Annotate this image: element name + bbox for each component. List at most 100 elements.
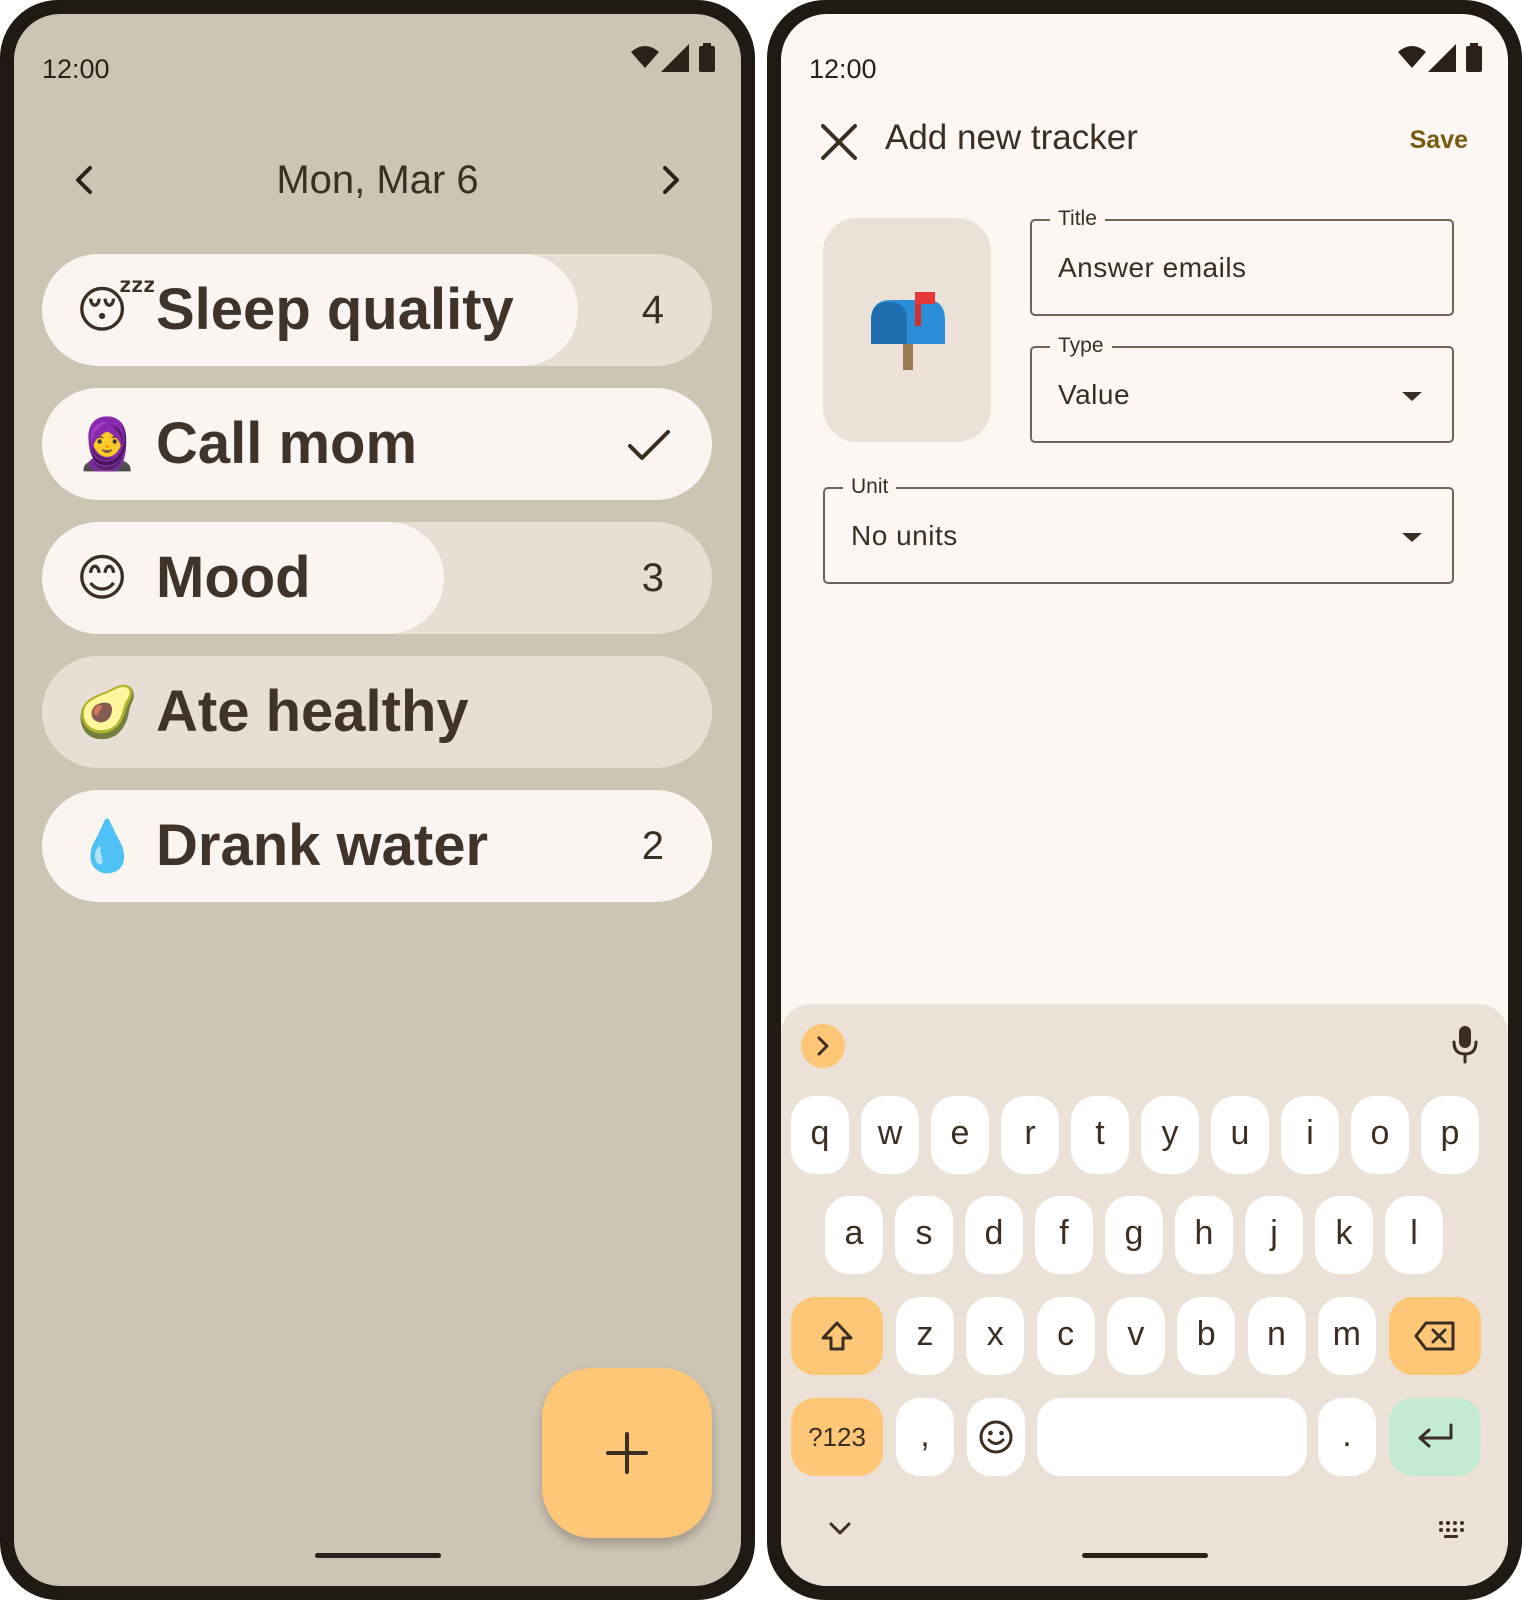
tracker-value: 2 (641, 824, 664, 868)
chevron-right-icon (817, 1036, 829, 1056)
symbols-key[interactable]: ?123 (791, 1398, 883, 1476)
key-e[interactable]: e (931, 1096, 989, 1174)
tracker-list-screen: 12:00 Mon, Mar 6 😴 Sleep quality 4 🧕 Cal… (14, 14, 741, 1586)
key-g[interactable]: g (1105, 1196, 1163, 1274)
tracker-sleep-quality[interactable]: 😴 Sleep quality 4 (42, 254, 712, 366)
key-t[interactable]: t (1071, 1096, 1129, 1174)
space-key[interactable] (1037, 1398, 1307, 1476)
droplet-icon: 💧 (76, 817, 139, 875)
status-time: 12:00 (42, 54, 110, 84)
plus-icon (606, 1432, 648, 1474)
key-w[interactable]: w (861, 1096, 919, 1174)
tracker-icon-picker[interactable] (823, 218, 991, 442)
microphone-icon[interactable] (1450, 1024, 1480, 1064)
unit-dropdown-value: No units (851, 520, 958, 551)
add-tracker-button[interactable] (542, 1368, 712, 1538)
unit-dropdown[interactable]: Unit No units (823, 474, 1454, 584)
checkmark-icon (628, 430, 670, 460)
key-k[interactable]: k (1315, 1196, 1373, 1274)
phone-frame-left: 12:00 Mon, Mar 6 😴 Sleep quality 4 🧕 Cal… (0, 0, 755, 1600)
battery-icon (1466, 46, 1482, 72)
tracker-value: 3 (641, 556, 664, 600)
key-d[interactable]: d (965, 1196, 1023, 1274)
key-x[interactable]: x (966, 1297, 1025, 1375)
period-key[interactable]: . (1318, 1398, 1376, 1476)
phone-frame-right: 12:00 Add new tracker Save Title Answer … (767, 0, 1522, 1600)
key-v[interactable]: v (1106, 1297, 1165, 1375)
comma-key[interactable]: , (896, 1398, 954, 1476)
dropdown-arrow-icon (1402, 392, 1422, 401)
key-r[interactable]: r (1001, 1096, 1059, 1174)
signal-icon (1428, 44, 1456, 72)
close-icon[interactable] (817, 120, 861, 164)
smiling-face-icon: 😊 (76, 549, 129, 607)
status-time: 12:00 (809, 54, 877, 84)
keyboard-expand-button[interactable] (801, 1024, 845, 1068)
save-button[interactable]: Save (1410, 126, 1468, 155)
backspace-icon (1414, 1321, 1455, 1351)
tracker-label: Sleep quality (156, 277, 514, 342)
key-z[interactable]: z (896, 1297, 954, 1375)
status-icons (1398, 43, 1482, 72)
key-h[interactable]: h (1175, 1196, 1233, 1274)
type-dropdown-label: Type (1050, 333, 1112, 359)
add-tracker-screen: 12:00 Add new tracker Save Title Answer … (781, 14, 1508, 1586)
tracker-label: Ate healthy (156, 679, 469, 744)
emoji-key[interactable] (967, 1398, 1025, 1476)
key-b[interactable]: b (1177, 1297, 1236, 1375)
key-o[interactable]: o (1351, 1096, 1409, 1174)
person-headscarf-icon: 🧕 (76, 415, 139, 473)
sleeping-face-icon: 😴 (76, 281, 157, 339)
key-c[interactable]: c (1036, 1297, 1095, 1375)
unit-dropdown-label: Unit (843, 474, 897, 500)
status-icons (631, 43, 715, 72)
dialog-title: Add new tracker (885, 118, 1138, 157)
tracker-call-mom[interactable]: 🧕 Call mom (42, 388, 712, 500)
avocado-icon: 🥑 (76, 683, 139, 741)
backspace-key[interactable] (1389, 1297, 1481, 1375)
keyboard-switch-icon[interactable] (1436, 1518, 1466, 1542)
type-dropdown[interactable]: Type Value (1030, 333, 1454, 443)
key-l[interactable]: l (1385, 1196, 1443, 1274)
chevron-down-icon[interactable] (825, 1518, 855, 1540)
tracker-mood[interactable]: 😊 Mood 3 (42, 522, 712, 634)
key-n[interactable]: n (1247, 1297, 1306, 1375)
on-screen-keyboard: qwertyuiop asdfghjkl zxcvbnm ?123 , . (781, 1004, 1508, 1586)
battery-icon (699, 46, 715, 72)
key-p[interactable]: p (1421, 1096, 1479, 1174)
key-q[interactable]: q (791, 1096, 849, 1174)
type-dropdown-value: Value (1058, 379, 1131, 410)
tracker-drank-water[interactable]: 💧 Drank water 2 (42, 790, 712, 902)
title-field[interactable]: Title Answer emails (1030, 206, 1454, 316)
tracker-label: Drank water (156, 813, 489, 878)
key-i[interactable]: i (1281, 1096, 1339, 1174)
shift-key[interactable] (791, 1297, 883, 1375)
tracker-label: Call mom (156, 411, 418, 476)
shift-icon (821, 1321, 853, 1351)
date-title: Mon, Mar 6 (276, 158, 479, 202)
wifi-icon (631, 46, 659, 68)
key-a[interactable]: a (825, 1196, 883, 1274)
key-f[interactable]: f (1035, 1196, 1093, 1274)
mailbox-icon (871, 292, 945, 370)
title-field-value: Answer emails (1058, 252, 1247, 283)
home-indicator (314, 1553, 441, 1558)
key-y[interactable]: y (1141, 1096, 1199, 1174)
enter-key[interactable] (1389, 1398, 1481, 1476)
tracker-label: Mood (156, 545, 311, 610)
key-m[interactable]: m (1317, 1297, 1376, 1375)
tracker-value: 4 (641, 288, 664, 332)
title-field-label: Title (1050, 206, 1105, 232)
key-j[interactable]: j (1245, 1196, 1303, 1274)
dropdown-arrow-icon (1402, 533, 1422, 542)
emoji-icon (979, 1420, 1013, 1454)
enter-icon (1418, 1423, 1453, 1448)
chevron-right-icon[interactable] (647, 156, 695, 204)
key-u[interactable]: u (1211, 1096, 1269, 1174)
key-s[interactable]: s (895, 1196, 953, 1274)
tracker-list: 😴 Sleep quality 4 🧕 Call mom 😊 Mood 3 🥑 … (42, 254, 712, 924)
signal-icon (661, 44, 689, 72)
wifi-icon (1398, 46, 1426, 68)
date-navigation: Mon, Mar 6 (14, 144, 741, 224)
tracker-ate-healthy[interactable]: 🥑 Ate healthy (42, 656, 712, 768)
